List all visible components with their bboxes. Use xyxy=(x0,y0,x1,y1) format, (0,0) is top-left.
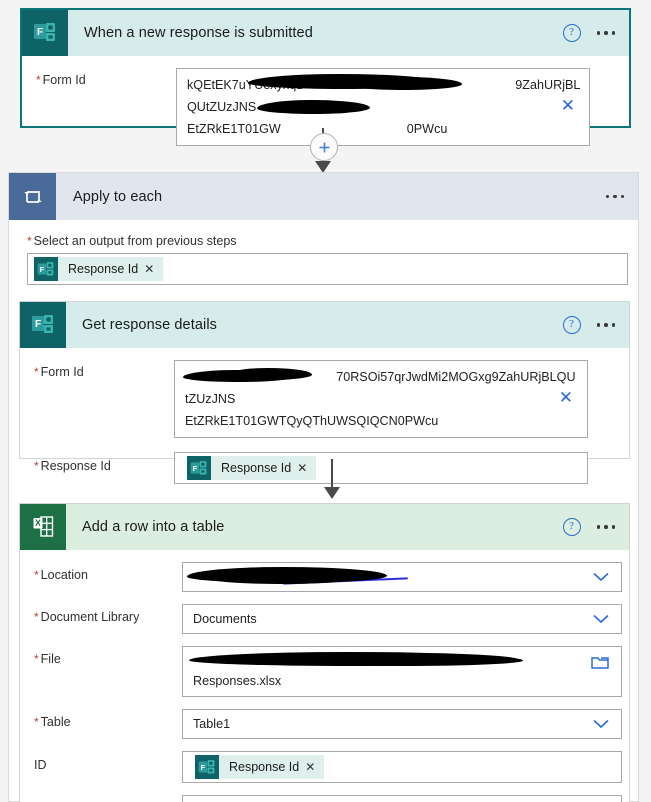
plus-icon xyxy=(319,142,329,152)
file-label: * File xyxy=(34,652,61,666)
table-label: * Table xyxy=(34,715,71,729)
get-response-details-header-actions: ? xyxy=(562,302,620,348)
table-row: * Table Table1 xyxy=(20,697,629,739)
id-input[interactable]: F Response Id ✕ xyxy=(182,751,622,783)
help-icon[interactable]: ? xyxy=(562,316,581,334)
trigger-form-id-label: * Form Id xyxy=(36,73,86,87)
more-options-icon[interactable] xyxy=(596,323,620,327)
redaction-mark xyxy=(211,571,356,584)
svg-text:F: F xyxy=(37,27,43,38)
select-output-label: * Select an output from previous steps xyxy=(27,234,237,248)
add-row-title: Add a row into a table xyxy=(82,519,225,535)
get-response-details-header[interactable]: F Get response details ? xyxy=(20,302,629,348)
more-options-icon[interactable] xyxy=(596,525,620,529)
location-row: * Location xyxy=(20,550,629,592)
required-asterisk: * xyxy=(34,610,39,624)
svg-text:F: F xyxy=(35,319,41,330)
token-label: Response Id xyxy=(68,262,139,276)
microsoft-forms-icon: F xyxy=(187,456,211,480)
redaction-mark xyxy=(347,77,462,90)
remove-token-icon[interactable]: ✕ xyxy=(144,262,163,276)
required-asterisk: * xyxy=(34,568,39,582)
id-label: ID xyxy=(34,758,47,772)
get-response-details-title: Get response details xyxy=(82,317,217,333)
get-details-form-id-label: * Form Id xyxy=(34,365,84,379)
help-icon[interactable]: ? xyxy=(562,24,581,42)
document-library-label: * Document Library xyxy=(34,610,140,624)
document-library-dropdown[interactable]: Documents xyxy=(182,604,622,634)
svg-text:F: F xyxy=(201,763,206,772)
apply-to-each-title: Apply to each xyxy=(73,188,163,205)
token-label: Response Id xyxy=(229,760,300,774)
redaction-mark xyxy=(283,654,523,666)
microsoft-forms-icon: F xyxy=(195,755,219,779)
start-time-label: Start time xyxy=(34,795,182,802)
more-options-icon[interactable] xyxy=(596,31,620,35)
svg-text:X: X xyxy=(35,518,41,528)
get-details-response-id-row: * Response Id F Response Id ✕ xyxy=(20,438,629,484)
start-time-row: Start time xyxy=(20,783,629,802)
chevron-down-icon[interactable] xyxy=(593,572,609,582)
redaction-mark xyxy=(227,368,312,380)
connector-line xyxy=(331,459,333,489)
start-time-input[interactable] xyxy=(182,795,622,802)
select-output-field-group: *Select an output from previous steps F xyxy=(9,220,638,285)
excel-icon: X xyxy=(20,504,66,550)
trigger-card-when-a-new-response-is-submitted[interactable]: F When a new response is submitted ? * Fo… xyxy=(20,8,631,146)
select-output-input[interactable]: F Response Id ✕ xyxy=(27,253,628,285)
dynamic-content-token-response-id[interactable]: F Response Id ✕ xyxy=(195,755,325,779)
redaction-mark xyxy=(257,100,370,114)
get-details-form-id-row: *Form Id XXXXXXXXXXXXXXXXXX70RSOi57qrJwd… xyxy=(20,348,629,438)
trigger-form-id-input[interactable]: kQEtEK7uYUexyxqDXXXXXXXXXXXXXXXXXXXXXXXX… xyxy=(176,68,590,146)
apply-to-each-card[interactable]: Apply to each * Select an output from pre… xyxy=(8,172,639,802)
loop-icon xyxy=(9,173,56,220)
location-label: * Location xyxy=(34,568,88,582)
remove-token-icon[interactable]: ✕ xyxy=(305,760,324,774)
required-asterisk: * xyxy=(34,459,39,473)
required-asterisk: * xyxy=(27,234,32,248)
required-asterisk: * xyxy=(34,715,39,729)
location-dropdown[interactable] xyxy=(182,562,622,592)
insert-new-step-button[interactable] xyxy=(310,133,338,161)
add-row-header[interactable]: X Add a row into a table ? xyxy=(20,504,629,550)
document-library-value: Documents xyxy=(193,612,257,626)
svg-text:F: F xyxy=(193,464,198,473)
required-asterisk: * xyxy=(34,652,39,666)
help-icon[interactable]: ? xyxy=(562,518,581,536)
required-asterisk: * xyxy=(34,365,39,379)
file-picker-input[interactable]: XXXXXXXXXXXXXXXXXXXXXXXXXXXXXXXXXXXXXXXX… xyxy=(182,646,622,697)
dynamic-content-token-response-id[interactable]: F Response Id ✕ xyxy=(187,456,317,480)
apply-to-each-header[interactable]: Apply to each xyxy=(9,173,638,220)
add-a-row-into-a-table-card[interactable]: X Add a row into a table ? * Location * … xyxy=(19,503,630,802)
get-details-response-id-input[interactable]: F Response Id ✕ xyxy=(174,452,588,484)
trigger-card-header[interactable]: F When a new response is submitted ? xyxy=(22,10,629,56)
token-label: Response Id xyxy=(221,461,292,475)
more-options-icon[interactable] xyxy=(605,194,629,199)
svg-text:F: F xyxy=(40,265,45,274)
dynamic-content-token-response-id[interactable]: F Response Id ✕ xyxy=(34,257,164,281)
table-value: Table1 xyxy=(193,717,231,731)
file-row: *File XXXXXXXXXXXXXXXXXXXXXXXXXXXXXXXXXX… xyxy=(20,634,629,697)
apply-to-each-header-actions xyxy=(605,173,629,220)
document-library-row: * Document Library Documents xyxy=(20,592,629,634)
microsoft-forms-icon: F xyxy=(20,302,66,348)
microsoft-forms-icon: F xyxy=(34,257,58,281)
get-details-form-id-input[interactable]: XXXXXXXXXXXXXXXXXX70RSOi57qrJwdMi2MOGxg9… xyxy=(174,360,588,438)
add-row-header-actions: ? xyxy=(562,504,620,550)
power-automate-flow-canvas: F When a new response is submitted ? * Fo… xyxy=(0,0,651,802)
table-dropdown[interactable]: Table1 xyxy=(182,709,622,739)
trigger-card-title: When a new response is submitted xyxy=(84,25,313,41)
get-response-details-card[interactable]: F Get response details ? * Form Id 70RSO… xyxy=(19,301,630,484)
id-row: ID F Response Id ✕ xyxy=(20,739,629,783)
required-asterisk: * xyxy=(36,73,41,87)
chevron-down-icon[interactable] xyxy=(593,614,609,624)
microsoft-forms-icon: F xyxy=(22,10,68,56)
get-details-response-id-label: * Response Id xyxy=(34,459,111,473)
trigger-card-header-actions: ? xyxy=(562,10,620,56)
remove-token-icon[interactable]: ✕ xyxy=(297,461,316,475)
chevron-down-icon[interactable] xyxy=(593,719,609,729)
connector-arrow-icon xyxy=(324,487,340,499)
